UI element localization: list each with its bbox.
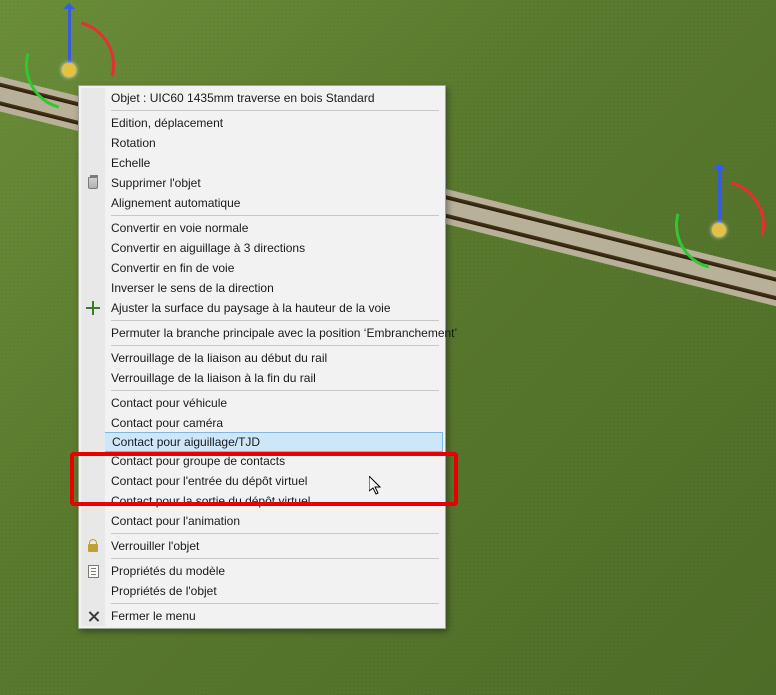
menu-label: Convertir en voie normale: [105, 221, 248, 235]
menu-label: Propriétés du modèle: [105, 564, 225, 578]
menu-close[interactable]: Fermer le menu: [81, 606, 443, 626]
menu-object-properties[interactable]: iPropriétés de l'objet: [81, 581, 443, 601]
menu-label: Contact pour véhicule: [105, 396, 227, 410]
context-menu: Objet : UIC60 1435mm traverse en bois St…: [78, 85, 446, 629]
menu-contact-vehicle[interactable]: Contact pour véhicule: [81, 393, 443, 413]
menu-label: Alignement automatique: [105, 196, 240, 210]
menu-contact-depot-in[interactable]: Contact pour l'entrée du dépôt virtuel: [81, 471, 443, 491]
menu-lock-start[interactable]: Verrouillage de la liaison au début du r…: [81, 348, 443, 368]
menu-lock-end[interactable]: Verrouillage de la liaison à la fin du r…: [81, 368, 443, 388]
menu-edit-move[interactable]: Edition, déplacement: [81, 113, 443, 133]
menu-label: Propriétés de l'objet: [105, 584, 217, 598]
menu-label: Convertir en fin de voie: [105, 261, 234, 275]
menu-label: Verrouillage de la liaison à la fin du r…: [105, 371, 316, 385]
menu-label: Contact pour l'animation: [105, 514, 240, 528]
menu-separator: [81, 108, 443, 113]
menu-to-normal-track[interactable]: Convertir en voie normale: [81, 218, 443, 238]
3d-viewport[interactable]: Objet : UIC60 1435mm traverse en bois St…: [0, 0, 776, 695]
menu-contact-camera[interactable]: Contact pour caméra: [81, 413, 443, 433]
menu-swap-main-branch[interactable]: Permuter la branche principale avec la p…: [81, 323, 443, 343]
menu-adjust-surface[interactable]: Ajuster la surface du paysage à la haute…: [81, 298, 443, 318]
menu-contact-depot-out[interactable]: Contact pour la sortie du dépôt virtuel: [81, 491, 443, 511]
menu-separator: [81, 213, 443, 218]
menu-auto-align[interactable]: ✓Alignement automatique: [81, 193, 443, 213]
menu-to-end-track[interactable]: Convertir en fin de voie: [81, 258, 443, 278]
menu-label: Echelle: [105, 156, 150, 170]
menu-contact-group[interactable]: Contact pour groupe de contacts: [81, 451, 443, 471]
menu-label: Rotation: [105, 136, 156, 150]
menu-rotation[interactable]: Rotation: [81, 133, 443, 153]
menu-invert-direction[interactable]: Inverser le sens de la direction: [81, 278, 443, 298]
menu-contact-switch[interactable]: Contact pour aiguillage/TJD: [81, 432, 443, 452]
menu-delete-object[interactable]: Supprimer l'objet: [81, 173, 443, 193]
menu-label: Convertir en aiguillage à 3 directions: [105, 241, 305, 255]
menu-to-3way-switch[interactable]: Convertir en aiguillage à 3 directions: [81, 238, 443, 258]
menu-label: Ajuster la surface du paysage à la haute…: [105, 301, 391, 315]
menu-label: Contact pour groupe de contacts: [105, 454, 285, 468]
object-label-prefix: Objet :: [111, 91, 146, 105]
menu-separator: [81, 343, 443, 348]
menu-label: Contact pour caméra: [105, 416, 223, 430]
menu-label: Contact pour la sortie du dépôt virtuel: [105, 494, 310, 508]
menu-separator: [81, 531, 443, 536]
menu-label: Contact pour l'entrée du dépôt virtuel: [105, 474, 307, 488]
menu-label: Permuter la branche principale avec la p…: [105, 326, 457, 340]
menu-scale[interactable]: Echelle: [81, 153, 443, 173]
menu-label: Inverser le sens de la direction: [105, 281, 274, 295]
object-name: UIC60 1435mm traverse en bois Standard: [150, 91, 375, 105]
menu-separator: [81, 388, 443, 393]
menu-label: Supprimer l'objet: [105, 176, 201, 190]
menu-model-properties[interactable]: Propriétés du modèle: [81, 561, 443, 581]
menu-lock-object[interactable]: Verrouiller l'objet: [81, 536, 443, 556]
menu-label: Contact pour aiguillage/TJD: [106, 435, 260, 449]
menu-separator: [81, 601, 443, 606]
menu-label: Edition, déplacement: [105, 116, 223, 130]
menu-contact-animation[interactable]: Contact pour l'animation: [81, 511, 443, 531]
menu-header: Objet : UIC60 1435mm traverse en bois St…: [81, 88, 443, 108]
menu-label: Fermer le menu: [105, 609, 196, 623]
menu-separator: [81, 318, 443, 323]
menu-label: Verrouiller l'objet: [105, 539, 199, 553]
menu-separator: [81, 556, 443, 561]
menu-label: Verrouillage de la liaison au début du r…: [105, 351, 327, 365]
